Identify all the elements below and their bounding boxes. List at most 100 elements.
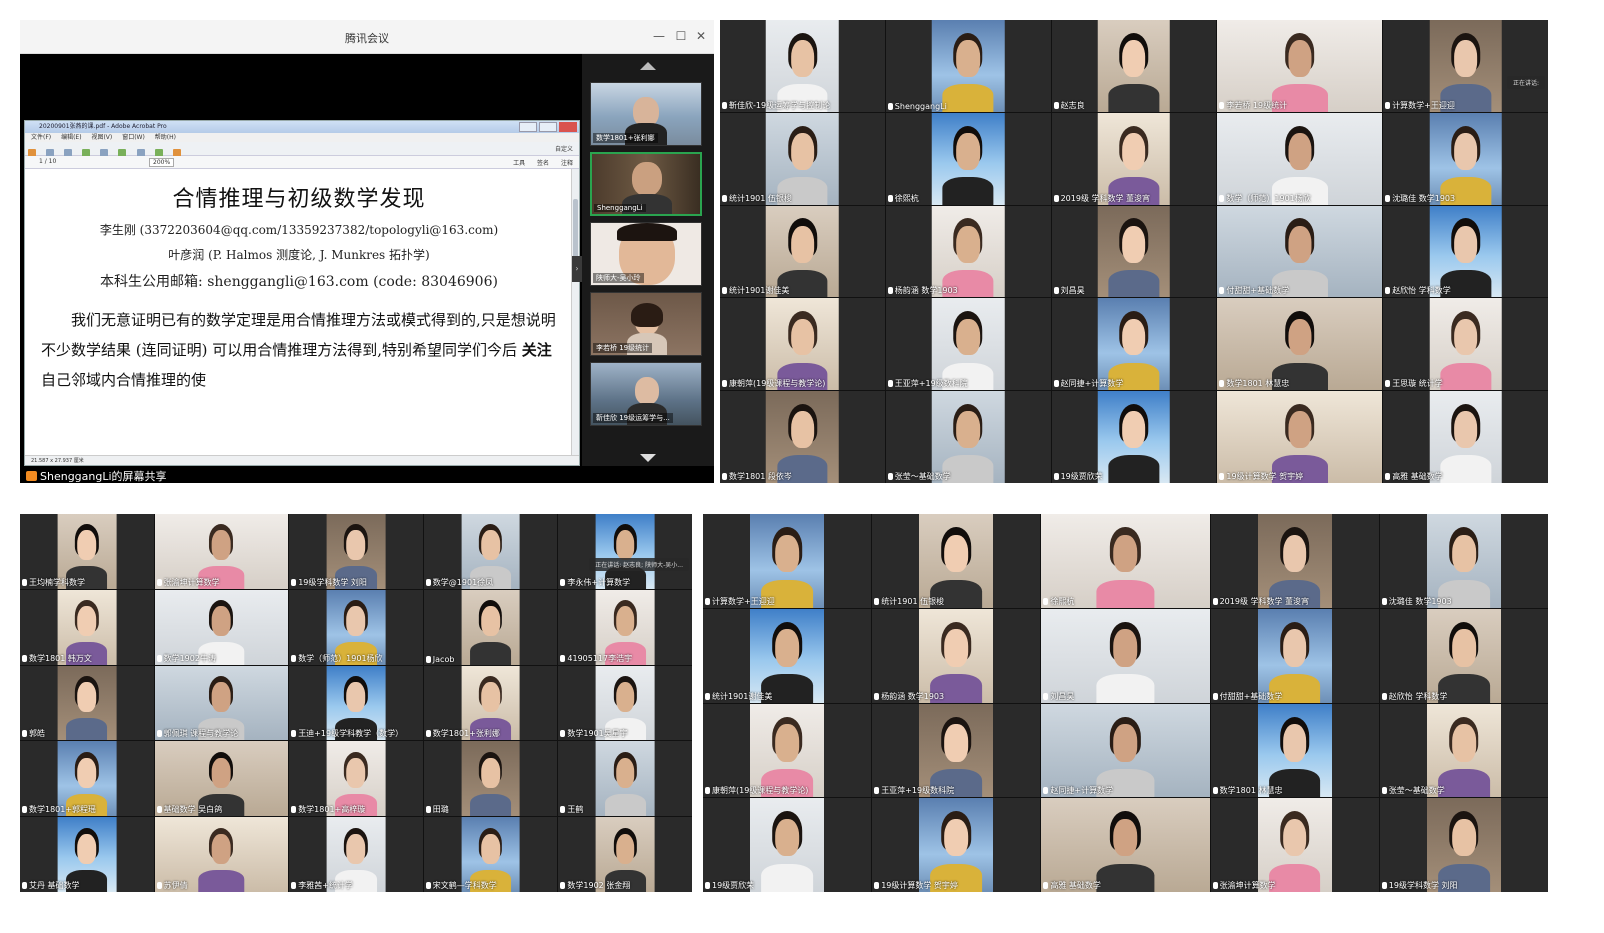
tab-sign[interactable]: 签名 <box>537 160 549 167</box>
customize-dropdown[interactable]: 自定义 <box>555 144 573 153</box>
participant-tile[interactable]: 付甜甜+基础数学 <box>1217 205 1383 298</box>
participant-tile[interactable]: 李雅茜+统计学 <box>289 817 423 892</box>
participant-tile[interactable]: 王亚萍+19级数科院 <box>872 703 1041 798</box>
participant-tile[interactable]: 王亚萍+19级数科院 <box>885 298 1051 391</box>
participant-tile[interactable]: 刘昌昊 <box>1051 205 1217 298</box>
participant-tile[interactable]: 赵欣怡 学科数学 <box>1383 205 1548 298</box>
participant-tile[interactable]: 19级学科数学 刘阳 <box>1379 798 1548 892</box>
participant-tile[interactable]: 王均楠学科数学 <box>20 514 154 589</box>
participant-tile[interactable]: 杨韵涵 数学1903 <box>885 205 1051 298</box>
participant-tile[interactable]: 高雅 基础数学 <box>1041 798 1210 892</box>
participant-tile[interactable]: 2019级 学科数学 董浚宵 <box>1210 514 1379 608</box>
participant-tile[interactable]: 付甜甜+基础数学 <box>1210 608 1379 703</box>
participant-tile[interactable]: 张渝坤计算数学 <box>1210 798 1379 892</box>
participant-tile[interactable]: 数学1801+高梓璇 <box>289 741 423 817</box>
zoom-select[interactable]: 200% <box>149 158 175 167</box>
participant-tile[interactable]: 沈璐佳 数学1903 <box>1383 112 1548 205</box>
participant-tile[interactable]: 宋文鹤—学科数学 <box>423 817 558 892</box>
participant-tile[interactable]: 郭皓 <box>20 665 154 741</box>
participant-tile[interactable]: 田璐 <box>423 741 558 817</box>
menu-window[interactable]: 窗口(W) <box>122 134 145 141</box>
participant-tile[interactable]: 高雅 基础数学 <box>1383 391 1548 483</box>
mic-icon <box>425 730 431 738</box>
scrollbar-thumb[interactable] <box>573 199 578 259</box>
participant-tile[interactable]: ShenggangLi <box>885 20 1051 112</box>
participant-tile[interactable]: 张莹～基础数学 <box>1379 703 1548 798</box>
participant-tile[interactable]: 数学1901吴星宇 <box>558 665 692 741</box>
participant-tile[interactable]: 统计1901谢佳美 <box>703 608 872 703</box>
participant-name-text: 19级贾欣荣 <box>1060 472 1103 481</box>
participant-tile[interactable]: 19级贾欣荣 <box>1051 391 1217 483</box>
acrobat-maximize-icon[interactable] <box>539 122 557 132</box>
participant-tile[interactable]: 数学1801+郭程瑶 <box>20 741 154 817</box>
tab-comment[interactable]: 注释 <box>561 160 573 167</box>
participant-tile[interactable]: 李若桥 19级统计 <box>1217 20 1383 112</box>
participant-tile[interactable]: 康朝萍(19级课程与教学论) <box>720 298 885 391</box>
participant-tile[interactable]: 计算数学+王迎迎 <box>1383 20 1548 112</box>
mic-icon <box>887 380 893 388</box>
participant-tile[interactable]: 赵欣怡 学科数学 <box>1379 608 1548 703</box>
participant-tile[interactable]: 苏伊倩 <box>154 817 289 892</box>
minimize-icon[interactable]: — <box>650 27 668 45</box>
participant-tile[interactable]: 基础数学 吴白鸽 <box>154 741 289 817</box>
pdf-scrollbar[interactable] <box>571 169 579 455</box>
tab-tools[interactable]: 工具 <box>513 160 525 167</box>
participant-tile[interactable]: 数学@1901徐凤 <box>423 514 558 589</box>
participant-tile[interactable]: 张渝坤计算数学 <box>154 514 289 589</box>
participant-tile[interactable]: 数学1801 林慧忠 <box>1217 298 1383 391</box>
participant-tile[interactable]: 41905117李浩宇 <box>558 589 692 665</box>
strip-tile[interactable]: 靳佳欣 19级运筹学与... <box>590 362 702 426</box>
close-icon[interactable]: ✕ <box>692 27 710 45</box>
strip-tile[interactable]: 数学1801+张利娜 <box>590 82 702 146</box>
participant-tile[interactable]: 统计1901 伍银梭 <box>720 112 885 205</box>
participant-tile[interactable]: 19级学科数学 刘阳 <box>289 514 423 589</box>
participant-tile[interactable]: 2019级 学科数学 董浚宵 <box>1051 112 1217 205</box>
participant-tile[interactable]: Jacob <box>423 589 558 665</box>
participant-tile[interactable]: 数学1801 林慧忠 <box>1210 703 1379 798</box>
strip-tile-active[interactable]: ShenggangLi <box>590 152 702 216</box>
participant-tile[interactable]: 靳佳欣-19级运筹学与控制论 <box>720 20 885 112</box>
menu-edit[interactable]: 编辑(E) <box>61 134 81 141</box>
participant-tile[interactable]: 数学1801 段依岑 <box>720 391 885 483</box>
participant-tile[interactable]: 李永伟+计算数学 <box>558 514 692 589</box>
participant-tile[interactable]: 徐熙杭 <box>1041 514 1210 608</box>
participant-tile[interactable]: 康朝萍(19级课程与教学论) <box>703 703 872 798</box>
strip-tile[interactable]: 陕师大-吴小玲 <box>590 222 702 286</box>
participant-tile[interactable]: 统计1901谢佳美 <box>720 205 885 298</box>
participant-tile[interactable]: 19级计算数学 贺宇婷 <box>872 798 1041 892</box>
participant-tile[interactable]: 杨韵涵 数学1903 <box>872 608 1041 703</box>
participant-tile[interactable]: 计算数学+王迎迎 <box>703 514 872 608</box>
participant-tile[interactable]: 张莹～基础数学 <box>885 391 1051 483</box>
menu-file[interactable]: 文件(F) <box>31 134 51 141</box>
maximize-icon[interactable]: ☐ <box>672 27 690 45</box>
participant-tile[interactable]: 数学1801+张利娜 <box>423 665 558 741</box>
menu-help[interactable]: 帮助(H) <box>155 134 176 141</box>
page-indicator[interactable]: 1 / 10 <box>39 158 56 165</box>
scroll-down-icon[interactable] <box>640 454 656 462</box>
participant-tile[interactable]: 王迪+19级学科教学（数学） <box>289 665 423 741</box>
participant-tile[interactable]: 数学（师范）1901杨欣 <box>1217 112 1383 205</box>
participant-tile[interactable]: 郭佩琪 课程与教学论 <box>154 665 289 741</box>
participant-tile[interactable]: 数学1902 张金翔 <box>558 817 692 892</box>
menu-view[interactable]: 视图(V) <box>91 134 112 141</box>
participant-tile[interactable]: 赵同捷+计算数学 <box>1041 703 1210 798</box>
participant-tile[interactable]: 沈璐佳 数学1903 <box>1379 514 1548 608</box>
participant-tile[interactable]: 19级贾欣荣 <box>703 798 872 892</box>
acrobat-minimize-icon[interactable] <box>519 122 537 132</box>
participant-tile[interactable]: 徐熙杭 <box>885 112 1051 205</box>
participant-tile[interactable]: 王鹤 <box>558 741 692 817</box>
participant-tile[interactable]: 赵志良 <box>1051 20 1217 112</box>
participant-tile[interactable]: 19级计算数学 贺宇婷 <box>1217 391 1383 483</box>
scroll-up-icon[interactable] <box>640 62 656 70</box>
participant-tile[interactable]: 赵同捷+计算数学 <box>1051 298 1217 391</box>
participant-tile[interactable]: 数学1902牛涛 <box>154 589 289 665</box>
participant-tile[interactable]: 王思璇 统计学 <box>1383 298 1548 391</box>
collapse-strip-icon[interactable]: › <box>572 256 582 282</box>
participant-tile[interactable]: 数学（师范）1901杨欣 <box>289 589 423 665</box>
participant-tile[interactable]: 艾丹 基础数学 <box>20 817 154 892</box>
participant-tile[interactable]: 数学1801 韩万文 <box>20 589 154 665</box>
strip-tile[interactable]: 李若桥 19级统计 <box>590 292 702 356</box>
acrobat-close-icon[interactable] <box>559 122 577 132</box>
participant-tile[interactable]: 统计1901 伍银梭 <box>872 514 1041 608</box>
participant-tile[interactable]: 刘昌昊 <box>1041 608 1210 703</box>
